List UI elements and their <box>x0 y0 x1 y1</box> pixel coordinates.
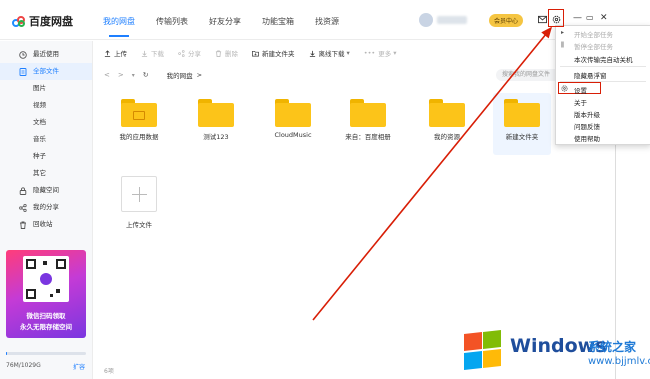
watermark-url: www.bjjmlv.com <box>588 356 650 367</box>
watermark: Windows 系统之家 www.bjjmlv.com <box>462 325 650 379</box>
watermark-subtitle: 系统之家 <box>588 340 637 354</box>
windows-logo-icon <box>462 330 502 370</box>
annotation-arrow <box>312 26 553 321</box>
